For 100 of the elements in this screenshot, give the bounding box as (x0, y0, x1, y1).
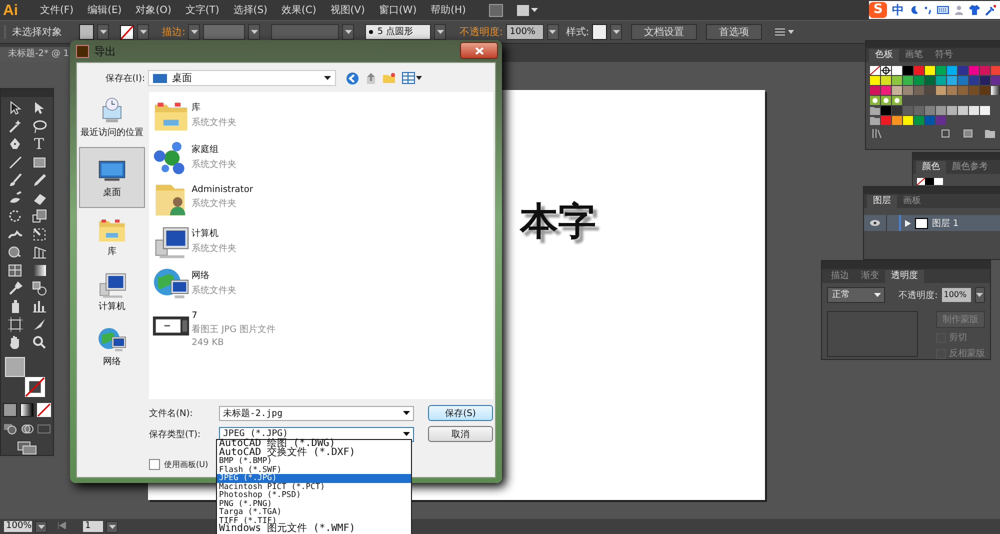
dropdown-button[interactable] (137, 24, 149, 40)
color-swatch[interactable] (881, 116, 891, 125)
up-folder-icon[interactable] (365, 72, 377, 84)
color-swatch[interactable] (881, 86, 891, 95)
file-name[interactable]: 库 (192, 101, 237, 114)
dropdown-button[interactable] (974, 287, 985, 303)
none-mode-button[interactable] (37, 403, 51, 417)
filename-field[interactable]: 未标题-2.jpg (219, 406, 414, 420)
color-swatch[interactable] (892, 116, 902, 125)
filetype-option[interactable]: AutoCAD 交换文件 (*.DXF) (217, 448, 411, 457)
bridge-icon[interactable] (488, 4, 503, 16)
eye-icon[interactable] (870, 220, 880, 226)
color-swatch[interactable] (958, 86, 968, 95)
dropdown-button[interactable] (610, 24, 622, 40)
color-swatch[interactable] (914, 86, 924, 95)
dropdown-button[interactable] (106, 520, 118, 532)
pattern-swatch[interactable] (892, 96, 902, 105)
moon-icon[interactable] (909, 5, 919, 15)
place-item[interactable]: 网络 (79, 321, 145, 373)
expand-icon[interactable] (905, 220, 911, 226)
bar-chart-icon[interactable] (30, 298, 48, 315)
cancel-button[interactable]: 取消 (428, 426, 493, 442)
color-swatch[interactable] (980, 66, 990, 75)
gradient-swatch[interactable] (991, 86, 1000, 95)
color-swatch[interactable] (892, 106, 902, 115)
color-swatch[interactable] (947, 106, 957, 115)
color-swatch[interactable] (969, 106, 979, 115)
color-swatch[interactable] (947, 76, 957, 85)
panel-tab[interactable]: 渐变 (855, 270, 885, 283)
punctuation-icon[interactable] (924, 5, 932, 15)
color-swatch[interactable] (936, 116, 946, 125)
gradient-mode-button[interactable] (20, 403, 34, 417)
artboard-icon[interactable] (6, 316, 24, 333)
color-swatch[interactable] (969, 76, 979, 85)
opacity-field[interactable]: 100% (506, 24, 544, 40)
stroke-none-swatch[interactable] (25, 377, 45, 397)
color-swatch[interactable] (980, 76, 990, 85)
type-tool[interactable]: T (30, 136, 48, 153)
panel-tab[interactable]: 图层 (867, 195, 897, 208)
color-swatch[interactable] (903, 116, 913, 125)
place-item[interactable]: 计算机 (79, 266, 145, 318)
place-item[interactable]: 桌面 (79, 147, 145, 208)
color-swatch[interactable] (991, 66, 1000, 75)
line-icon[interactable] (6, 154, 24, 171)
color-swatch[interactable] (903, 86, 913, 95)
file-name[interactable]: 家庭组 (192, 143, 237, 156)
gradient-icon[interactable] (30, 262, 48, 279)
menu-item[interactable]: 对象(O) (128, 3, 178, 17)
color-mode-button[interactable] (3, 403, 17, 417)
wrench-icon[interactable] (985, 4, 996, 16)
color-swatch[interactable] (947, 66, 957, 75)
profile-field[interactable] (271, 24, 340, 40)
color-swatch[interactable] (969, 66, 979, 75)
filetype-option[interactable]: Targa (*.TGA) (217, 508, 411, 516)
filetype-option[interactable]: AutoCAD 绘图 (*.DWG) (217, 440, 411, 448)
color-swatch[interactable] (925, 66, 935, 75)
menu-item[interactable]: 帮助(H) (424, 3, 473, 17)
color-swatch[interactable] (892, 76, 902, 85)
color-swatch[interactable] (936, 76, 946, 85)
panel-tab[interactable]: 画笔 (899, 49, 929, 62)
first-page-icon[interactable] (58, 522, 66, 531)
style-swatch[interactable] (592, 24, 608, 40)
draw-normal-icon[interactable] (3, 423, 17, 435)
panel-tab[interactable]: 透明度 (885, 270, 924, 283)
color-swatch[interactable] (947, 86, 957, 95)
dropdown-button[interactable] (248, 24, 260, 40)
menu-item[interactable]: 文件(F) (33, 3, 81, 17)
scale-icon[interactable] (30, 208, 48, 225)
shirt-icon[interactable] (969, 5, 980, 15)
layer-name[interactable]: 图层 1 (932, 216, 959, 230)
color-swatch[interactable] (936, 106, 946, 115)
filetype-option[interactable]: BMP (*.BMP) (217, 457, 411, 466)
none-swatch[interactable] (870, 66, 880, 75)
color-swatch[interactable] (925, 86, 935, 95)
panel-tab[interactable]: 颜色参考 (946, 161, 994, 174)
filetype-option[interactable]: PNG (*.PNG) (217, 500, 411, 508)
color-swatch[interactable] (892, 66, 902, 75)
place-item[interactable]: 最近访问的位置 (79, 92, 145, 144)
brush-field[interactable]: 5 点圆形 (365, 24, 432, 40)
color-swatch[interactable] (914, 106, 924, 115)
file-name[interactable]: 网络 (192, 269, 237, 282)
lasso-icon[interactable] (30, 118, 48, 135)
keyboard-icon[interactable] (937, 5, 949, 15)
screen-mode-icon[interactable] (17, 441, 37, 455)
layer-row[interactable]: 图层 1 (864, 215, 1000, 231)
stroke-none-swatch[interactable] (120, 24, 134, 40)
filetype-option[interactable]: Windows 图元文件 (*.WMF) (217, 525, 411, 534)
menu-item[interactable]: 视图(V) (323, 3, 372, 17)
toolbar-button[interactable]: 首选项 (706, 24, 762, 40)
color-swatch[interactable] (914, 76, 924, 85)
perspective-grid-icon[interactable] (30, 244, 48, 261)
panel-tab[interactable]: 符号 (929, 49, 959, 62)
zoom-icon[interactable] (30, 334, 48, 351)
location-dropdown[interactable]: 桌面 (148, 70, 336, 86)
close-button[interactable] (460, 42, 498, 59)
color-swatch[interactable] (870, 86, 880, 95)
mesh-icon[interactable] (6, 262, 24, 279)
filetype-option[interactable]: Flash (*.SWF) (217, 466, 411, 474)
blend-mode-dropdown[interactable]: 正常 (827, 287, 885, 303)
dropdown-button[interactable] (97, 24, 109, 40)
